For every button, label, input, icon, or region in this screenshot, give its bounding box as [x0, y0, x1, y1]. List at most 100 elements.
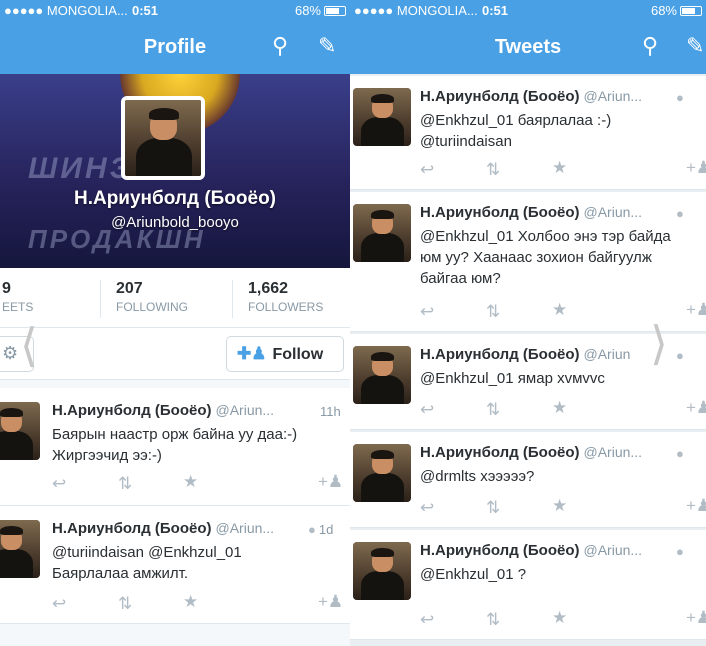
tweet-text-line: @Enkhzul_01 ямар хvмvvc — [420, 370, 605, 387]
reply-icon[interactable]: ↩ — [420, 610, 434, 630]
battery-indicator: 68% — [651, 3, 702, 18]
status-bar: ●●●●● MONGOLIA... 0:51 68% — [350, 0, 706, 22]
tweet-author-name: Н.Ариунболд (Бооёо) — [52, 520, 212, 537]
follow-label: Follow — [272, 346, 324, 363]
tweet-author-handle: @Ariun... — [583, 444, 643, 460]
stat-followers[interactable]: 1,662 FOLLOWERS — [248, 280, 323, 314]
stat-followers-label: FOLLOWERS — [248, 300, 324, 314]
follow-user-icon[interactable]: +♟ — [686, 398, 706, 418]
tweet-avatar[interactable] — [353, 88, 411, 146]
tweet-text-line: @Enkhzul_01 Холбоо энэ тэр байда — [420, 228, 671, 245]
tweet-author-handle: @Ariun... — [583, 542, 643, 558]
retweet-icon[interactable]: ⇅ — [486, 498, 500, 518]
reply-icon[interactable]: ↩ — [52, 594, 66, 614]
battery-icon — [680, 6, 702, 16]
tweet-text-line: Баярын наастр орж байна уу даа:-) — [52, 426, 298, 443]
favorite-star-icon[interactable]: ★ — [183, 472, 198, 492]
stat-tweets[interactable]: 9 EETS — [2, 280, 33, 314]
tweet-author-handle: @Ariun... — [583, 88, 643, 104]
reply-icon[interactable]: ↩ — [420, 400, 434, 420]
reply-icon[interactable]: ↩ — [52, 474, 66, 494]
tweet-avatar[interactable] — [353, 444, 411, 502]
follow-user-icon[interactable]: +♟ — [686, 608, 706, 628]
tweet-text-line: байгаа юм? — [420, 270, 501, 287]
retweet-icon[interactable]: ⇅ — [118, 594, 132, 614]
favorite-star-icon[interactable]: ★ — [552, 158, 567, 178]
tweet-item[interactable]: Н.Ариунболд (Бооёо) @Ariun... ● @drmlts хээ… — [350, 432, 706, 528]
follow-user-icon[interactable]: +♟ — [318, 592, 343, 612]
battery-percent: 68% — [650, 3, 677, 18]
search-icon[interactable]: ⚲ — [272, 33, 288, 59]
tweet-author[interactable]: Н.Ариунболд (Бооёо) @Ariun... — [52, 402, 274, 419]
stat-tweets-count: 9 — [2, 280, 11, 297]
tweet-author[interactable]: Н.Ариунболд (Бооёо) @Ariun — [420, 346, 630, 363]
tweet-author[interactable]: Н.Ариунболд (Бооёо) @Ariun... — [420, 88, 642, 105]
battery-percent: 68% — [294, 3, 321, 18]
reply-icon[interactable]: ↩ — [420, 302, 434, 322]
tweet-text: @turiindaisan @Enkhzul_01 Баярлалаа амжи… — [52, 542, 242, 584]
status-bar: ●●●●● MONGOLIA... 0:51 68% — [0, 0, 350, 22]
carrier-label: ●●●●● MONGOLIA... — [4, 3, 128, 18]
tweet-item[interactable]: Н.Ариунболд (Бооёо) @Ariun... ● @Enkhzul_01… — [350, 76, 706, 190]
tweet-item[interactable]: Н.Ариунболд (Бооёо) @Ariun... ● 1d @turiin… — [0, 506, 350, 624]
tweet-author-handle: @Ariun — [583, 346, 631, 362]
follow-button[interactable]: ✚♟ Follow — [226, 336, 344, 372]
follow-user-icon[interactable]: +♟ — [686, 158, 706, 178]
compose-icon[interactable]: ✎ — [686, 33, 704, 59]
favorite-star-icon[interactable]: ★ — [183, 592, 198, 612]
tweet-author-name: Н.Ариунболд (Бооёо) — [420, 346, 580, 363]
chevron-left-icon[interactable]: ⟨ — [20, 318, 38, 372]
tweet-text-line: @turiindaisan — [420, 133, 512, 150]
search-icon[interactable]: ⚲ — [642, 33, 658, 59]
tweet-text: Баярын наастр орж байна уу даа:-) Жиргээ… — [52, 424, 297, 466]
tweet-item[interactable]: Н.Ариунболд (Бооёо) @Ariun... ● @Enkhzul_01… — [350, 192, 706, 332]
tweet-item[interactable]: Н.Ариунболд (Бооёо) @Ariun... ● @Enkhzul_01… — [350, 530, 706, 640]
favorite-star-icon[interactable]: ★ — [552, 608, 567, 628]
favorite-star-icon[interactable]: ★ — [552, 496, 567, 516]
tweet-avatar[interactable] — [0, 520, 40, 578]
tweets-screen: ●●●●● MONGOLIA... 0:51 68% Tweets ⚲ ✎ Н.… — [350, 0, 706, 646]
tweet-text: @Enkhzul_01 баярлалаа :-) @turiindaisan — [420, 110, 611, 152]
tweet-text-line: @Enkhzul_01 баярлалаа :-) — [420, 112, 612, 129]
stat-divider — [232, 280, 233, 318]
profile-avatar[interactable] — [121, 96, 205, 180]
conversation-icon: ● — [676, 90, 684, 105]
tweet-avatar[interactable] — [353, 346, 411, 404]
compose-icon[interactable]: ✎ — [318, 33, 336, 59]
tweet-author[interactable]: Н.Ариунболд (Бооёо) @Ariun... — [420, 542, 642, 559]
retweet-icon[interactable]: ⇅ — [486, 160, 500, 180]
retweet-icon[interactable]: ⇅ — [486, 610, 500, 630]
follow-user-icon[interactable]: +♟ — [318, 472, 343, 492]
retweet-icon[interactable]: ⇅ — [486, 400, 500, 420]
retweet-icon[interactable]: ⇅ — [486, 302, 500, 322]
page-title: Profile — [143, 36, 207, 58]
stat-followers-count: 1,662 — [248, 280, 289, 297]
tweet-author[interactable]: Н.Ариунболд (Бооёо) @Ariun... — [420, 204, 642, 221]
reply-icon[interactable]: ↩ — [420, 160, 434, 180]
stat-tweets-label: EETS — [2, 300, 34, 314]
chevron-right-icon[interactable]: ⟩ — [650, 316, 668, 370]
tweet-avatar[interactable] — [0, 402, 40, 460]
tweet-author[interactable]: Н.Ариунболд (Бооёо) @Ariun... — [52, 520, 274, 537]
reply-icon[interactable]: ↩ — [420, 498, 434, 518]
profile-handle: @Ariunbold_booyo — [111, 214, 239, 231]
tweet-author[interactable]: Н.Ариунболд (Бооёо) @Ariun... — [420, 444, 642, 461]
tweet-text-line: @drmlts хэээээ? — [420, 468, 535, 485]
tweet-avatar[interactable] — [353, 542, 411, 600]
clock-label: 0:51 — [482, 3, 509, 18]
conversation-icon: ● — [676, 348, 684, 363]
conversation-icon: ● — [308, 522, 316, 537]
add-user-icon: ✚♟ — [237, 344, 267, 363]
tweet-text: @Enkhzul_01 ? — [420, 564, 526, 585]
stat-following[interactable]: 207 FOLLOWING — [116, 280, 188, 314]
favorite-star-icon[interactable]: ★ — [552, 300, 567, 320]
favorite-star-icon[interactable]: ★ — [552, 398, 567, 418]
tweet-avatar[interactable] — [353, 204, 411, 262]
conversation-icon: ● — [676, 206, 684, 221]
tweet-item[interactable]: Н.Ариунболд (Бооёо) @Ariun... 11h Баярын … — [0, 388, 350, 506]
follow-user-icon[interactable]: +♟ — [686, 496, 706, 516]
tweet-author-name: Н.Ариунболд (Бооёо) — [420, 542, 580, 559]
retweet-icon[interactable]: ⇅ — [118, 474, 132, 494]
carrier-label: ●●●●● MONGOLIA... — [354, 3, 478, 18]
follow-user-icon[interactable]: +♟ — [686, 300, 706, 320]
